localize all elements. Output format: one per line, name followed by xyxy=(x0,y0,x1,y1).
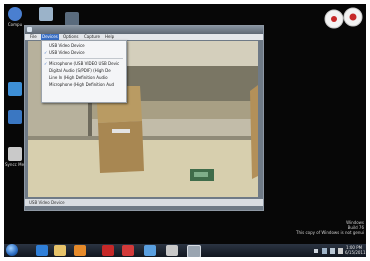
media-player-icon[interactable] xyxy=(74,245,86,256)
app-icon[interactable] xyxy=(122,245,134,256)
video-capture-window[interactable]: File Devices Options Capture Help USB Vi… xyxy=(24,25,264,211)
status-text: USB Video Device xyxy=(29,200,65,205)
acrobat-icon[interactable] xyxy=(102,245,114,256)
status-bar: USB Video Device xyxy=(25,199,263,206)
internet-explorer-icon[interactable] xyxy=(36,245,48,256)
device-item[interactable]: USB Video Device xyxy=(42,43,126,49)
network-tray-icon xyxy=(330,248,335,254)
network-desktop-icon[interactable] xyxy=(62,12,82,26)
app-icon xyxy=(27,27,32,32)
clock-center-icon xyxy=(331,16,337,22)
checkmark-icon: ✓ xyxy=(44,61,48,66)
desktop: Compu Syncc Memo File Devices Options Ca… xyxy=(4,4,366,257)
clock-date: 6/15/2011 xyxy=(345,250,366,255)
sync-icon xyxy=(8,147,22,161)
device-item[interactable]: ✓ Microphone (USB VIDEO USB Devic xyxy=(42,61,126,67)
clock-gadget[interactable] xyxy=(324,6,364,30)
windows-notice: Windows Build 76 This copy of Windows is… xyxy=(244,220,364,235)
program-icon xyxy=(8,110,22,124)
menu-separator xyxy=(45,58,123,59)
device-item[interactable]: Digital Audio (S/PDIF) (High De xyxy=(42,68,126,74)
recycle-bin-desktop-icon[interactable] xyxy=(36,7,56,21)
menu-file[interactable]: File xyxy=(29,34,38,40)
volume-icon xyxy=(338,248,343,254)
devices-menu: USB Video Device ✓ USB Video Device ✓ Mi… xyxy=(41,40,127,103)
system-tray xyxy=(314,248,343,254)
recycle-bin-icon xyxy=(39,7,53,21)
taskbar: 1:00 PM 6/15/2011 xyxy=(4,244,366,257)
network-icon xyxy=(65,12,79,26)
tray-arrow-icon xyxy=(314,249,318,253)
program-icon xyxy=(8,82,22,96)
flag-icon xyxy=(322,248,327,254)
folder-icon[interactable] xyxy=(54,245,66,256)
device-item[interactable]: Line In (High Definition Audio xyxy=(42,75,126,81)
meter-center-icon xyxy=(349,13,357,21)
window-titlebar[interactable] xyxy=(25,26,263,34)
program-desktop-icon-2[interactable] xyxy=(5,110,25,124)
checkmark-icon: ✓ xyxy=(44,50,48,55)
app-icon[interactable] xyxy=(166,245,178,256)
computer-desktop-icon[interactable]: Compu xyxy=(5,7,25,27)
taskbar-clock[interactable]: 1:00 PM 6/15/2011 xyxy=(345,245,366,255)
app-icon[interactable] xyxy=(144,245,156,256)
start-button[interactable] xyxy=(6,244,18,256)
device-item[interactable]: Microphone (High Definition Aud xyxy=(42,82,126,88)
sync-desktop-icon[interactable]: Syncc Memo xyxy=(5,147,30,167)
computer-icon xyxy=(8,7,22,21)
device-item[interactable]: ✓ USB Video Device xyxy=(42,50,126,56)
capture-app-icon[interactable] xyxy=(187,245,201,257)
notice-line: This copy of Windows is not genui xyxy=(296,230,364,235)
program-desktop-icon[interactable] xyxy=(5,82,25,96)
